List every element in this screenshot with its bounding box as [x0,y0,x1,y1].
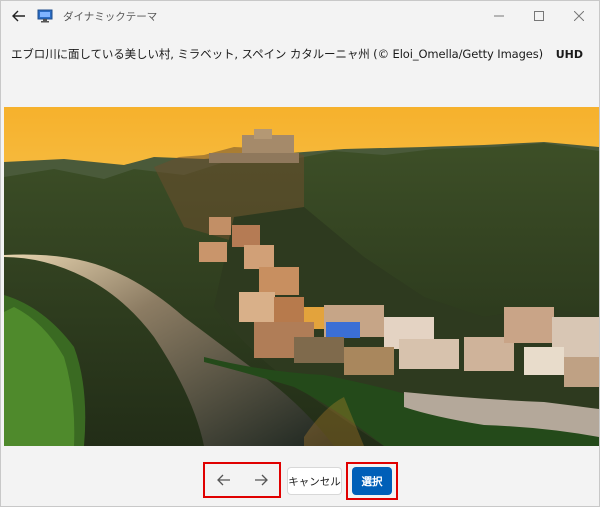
close-button[interactable] [559,1,599,31]
previous-image-button[interactable] [209,465,239,495]
arrow-left-icon [216,474,230,486]
title-bar: ダイナミックテーマ [1,1,599,31]
back-button[interactable] [5,2,33,30]
dialog-window: ダイナミックテーマ エブロ川に面している美しい村, ミラベット, スペイン カタ… [0,0,600,507]
monitor-icon [37,9,53,23]
maximize-icon [534,11,544,21]
select-button-highlight: 選択 [346,462,398,500]
select-button[interactable]: 選択 [352,467,392,495]
maximize-button[interactable] [519,1,559,31]
action-bar: キャンセル 選択 [1,447,599,506]
cancel-button[interactable]: キャンセル [287,467,342,495]
image-caption: エブロ川に面している美しい村, ミラベット, スペイン カタルーニャ州 (© E… [11,47,544,61]
arrow-right-icon [254,474,268,486]
minimize-button[interactable] [479,1,519,31]
resolution-badge: UHD [555,47,583,61]
image-info-row: エブロ川に面している美しい村, ミラベット, スペイン カタルーニャ州 (© E… [1,39,599,69]
minimize-icon [494,15,504,17]
back-arrow-icon [12,10,25,22]
wallpaper-preview [4,107,599,446]
image-navigation-group [203,462,281,498]
window-controls [479,1,599,31]
window-title: ダイナミックテーマ [63,10,158,23]
close-icon [574,11,584,21]
next-image-button[interactable] [246,465,276,495]
